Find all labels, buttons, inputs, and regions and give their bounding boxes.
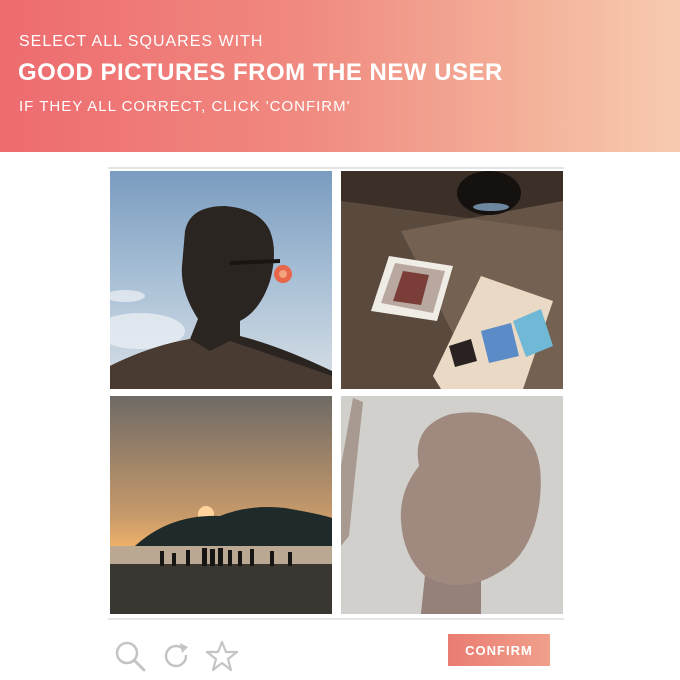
confirm-button[interactable]: CONFIRM xyxy=(448,634,550,666)
image-grid xyxy=(108,167,564,615)
image-tile-sunset[interactable] xyxy=(110,396,332,614)
instruction-text: SELECT ALL SQUARES WITH xyxy=(19,33,264,50)
search-icon[interactable] xyxy=(112,638,148,674)
image-tile-desk[interactable] xyxy=(341,171,563,389)
refresh-icon[interactable] xyxy=(158,638,194,674)
shadow-image xyxy=(341,396,563,614)
star-icon[interactable] xyxy=(204,638,240,674)
desk-image xyxy=(341,171,563,389)
image-tile-shadow[interactable] xyxy=(341,396,563,614)
portrait-image xyxy=(110,171,332,389)
sunset-image xyxy=(110,396,332,614)
captcha-title: GOOD PICTURES FROM THE NEW USER xyxy=(18,59,503,86)
captcha-header: SELECT ALL SQUARES WITH GOOD PICTURES FR… xyxy=(0,0,680,152)
grid-divider xyxy=(108,618,564,620)
captcha-subtitle: IF THEY ALL CORRECT, CLICK 'CONFIRM' xyxy=(19,98,351,115)
image-tile-portrait[interactable] xyxy=(110,171,332,389)
